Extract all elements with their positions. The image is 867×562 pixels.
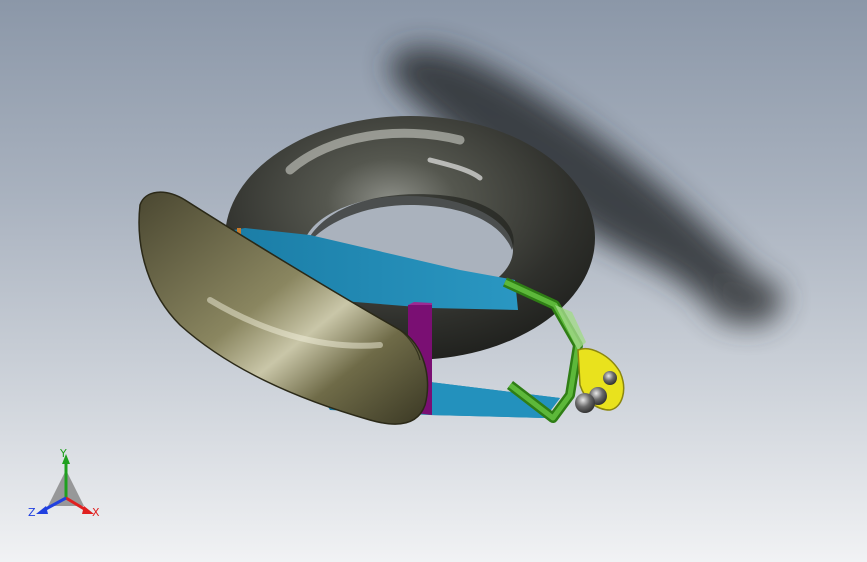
triad-z-arrow bbox=[36, 506, 48, 514]
mount-plate[interactable] bbox=[575, 348, 625, 413]
model-scene[interactable] bbox=[0, 0, 867, 562]
triad-x-label: X bbox=[92, 506, 100, 519]
bolt bbox=[603, 371, 617, 385]
graphics-viewport[interactable]: Y X Z bbox=[0, 0, 867, 562]
nut bbox=[575, 393, 595, 413]
triad-z-label: Z bbox=[28, 506, 36, 519]
triad-y-label: Y bbox=[59, 448, 67, 460]
orientation-triad-icon[interactable]: Y X Z bbox=[26, 448, 106, 528]
